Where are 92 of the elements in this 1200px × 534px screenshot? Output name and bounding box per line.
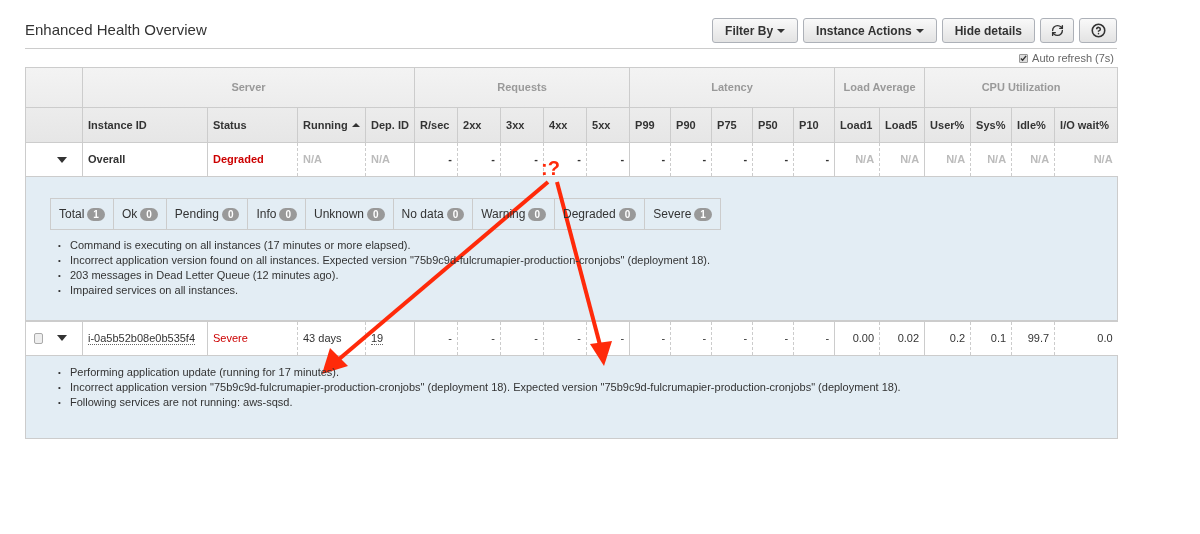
table-cell: N/A <box>303 153 322 166</box>
table-cell: N/A <box>1030 153 1050 166</box>
table-cell: 0.02 <box>897 332 920 344</box>
health-message: 203 messages in Dead Letter Queue (12 minutes ago). <box>70 268 339 283</box>
table-cell: N/A <box>371 153 390 166</box>
table-cell: - <box>743 332 748 344</box>
status-filter[interactable]: No data 0 <box>393 198 474 230</box>
bullet-icon: • <box>58 268 70 283</box>
table-cell: - <box>448 332 452 344</box>
auto-refresh-label: Auto refresh (7s) <box>1032 50 1114 66</box>
table-cell: N/A <box>900 153 920 166</box>
table-cell: - <box>743 153 748 166</box>
column-group-header: CPU Utilization <box>981 81 1061 94</box>
table-cell: - <box>491 332 495 344</box>
table-cell: - <box>661 153 666 166</box>
row-checkbox[interactable] <box>34 332 43 344</box>
refresh-icon <box>1050 24 1064 37</box>
table-cell: - <box>702 153 707 166</box>
auto-refresh-checkbox[interactable] <box>1019 53 1029 63</box>
table-cell: - <box>825 153 830 166</box>
column-group-header: Server <box>231 81 266 94</box>
table-cell: 0.00 <box>852 332 875 344</box>
table-cell: - <box>702 332 707 344</box>
table-cell: - <box>784 153 789 166</box>
count-badge: 1 <box>87 207 105 221</box>
status-filter[interactable]: Total 1 <box>50 198 114 230</box>
health-message: Incorrect application version "75b9c9d-fulcrumapier-production-cronjobs" (deployment 18). Expected version "75b9c9d-fulcrumapier-production-cronjobs" (deployment 18). <box>70 379 901 395</box>
table-cell: 99.7 <box>1027 332 1050 344</box>
health-message: Performing application update (running for 17 minutes). <box>70 364 340 380</box>
count-badge: 0 <box>618 207 637 221</box>
table-cell: - <box>491 153 495 166</box>
table-cell: - <box>534 153 538 166</box>
dropdown-button[interactable]: Filter By <box>712 18 799 43</box>
count-badge: 0 <box>221 207 240 221</box>
sort-caret-icon <box>351 123 360 127</box>
table-cell: 0.0 <box>1097 332 1113 344</box>
table-cell: - <box>620 332 625 344</box>
bullet-icon: • <box>58 379 70 395</box>
table-cell: N/A <box>855 153 875 166</box>
caret-icon <box>915 28 924 33</box>
table-cell: 0.1 <box>990 332 1007 344</box>
caret-icon <box>777 28 786 33</box>
dropdown-button[interactable]: Instance Actions <box>803 18 937 43</box>
bullet-icon: • <box>58 238 70 253</box>
count-badge: 0 <box>367 207 385 221</box>
bullet-icon: • <box>58 394 70 410</box>
count-badge: 1 <box>694 207 712 221</box>
health-message: Command is executing on all instances (17 minutes or more elapsed). <box>70 238 411 253</box>
table-cell: Overall <box>88 153 126 166</box>
column-group-header: Requests <box>497 81 547 94</box>
column-header[interactable]: Status <box>213 116 247 134</box>
hide-details-button[interactable]: Hide details <box>941 18 1035 43</box>
status-filter[interactable]: Info 0 <box>248 198 306 230</box>
bullet-icon: • <box>58 283 70 298</box>
bullet-icon: • <box>58 364 70 380</box>
table-cell: Severe <box>213 332 248 344</box>
table-cell: N/A <box>987 153 1007 166</box>
bullet-icon: • <box>58 253 70 268</box>
status-filter[interactable]: Unknown 0 <box>306 198 394 230</box>
table-cell: - <box>825 332 830 344</box>
count-badge: 0 <box>140 207 158 221</box>
table-cell: - <box>577 332 581 344</box>
refresh-button[interactable] <box>1040 18 1074 43</box>
status-filter[interactable]: Severe 1 <box>645 198 721 230</box>
help-button[interactable] <box>1079 18 1117 43</box>
table-cell: - <box>534 332 538 344</box>
status-filter[interactable]: Ok 0 <box>113 198 167 230</box>
annotation-text: :? <box>541 158 560 178</box>
column-group-header: Latency <box>711 81 753 94</box>
health-message: Following services are not running: aws-sqsd. <box>70 394 293 410</box>
help-icon <box>1090 23 1106 38</box>
table-cell: - <box>448 153 452 166</box>
table-cell[interactable]: i-0a5b52b08e0b535f4 <box>88 332 196 345</box>
table-cell: - <box>620 153 625 166</box>
table-cell: - <box>784 332 789 344</box>
table-cell: - <box>577 153 581 166</box>
expand-caret-icon[interactable] <box>57 335 67 342</box>
table-cell: 0.2 <box>949 332 966 344</box>
table-cell: N/A <box>946 153 966 166</box>
page-title: Enhanced Health Overview <box>25 19 207 40</box>
count-badge: 0 <box>279 207 297 221</box>
expand-caret-icon[interactable] <box>57 156 67 163</box>
status-filter[interactable]: Pending 0 <box>166 198 249 230</box>
column-group-header: Load Average <box>843 81 916 94</box>
table-cell: Degraded <box>213 153 264 166</box>
table-cell[interactable]: 19 <box>371 332 384 345</box>
count-badge: 0 <box>528 207 546 221</box>
table-cell: 43 days <box>303 332 342 344</box>
health-message: Impaired services on all instances. <box>70 283 239 298</box>
table-cell: N/A <box>1093 153 1113 166</box>
table-cell: - <box>661 332 666 344</box>
count-badge: 0 <box>446 207 465 221</box>
